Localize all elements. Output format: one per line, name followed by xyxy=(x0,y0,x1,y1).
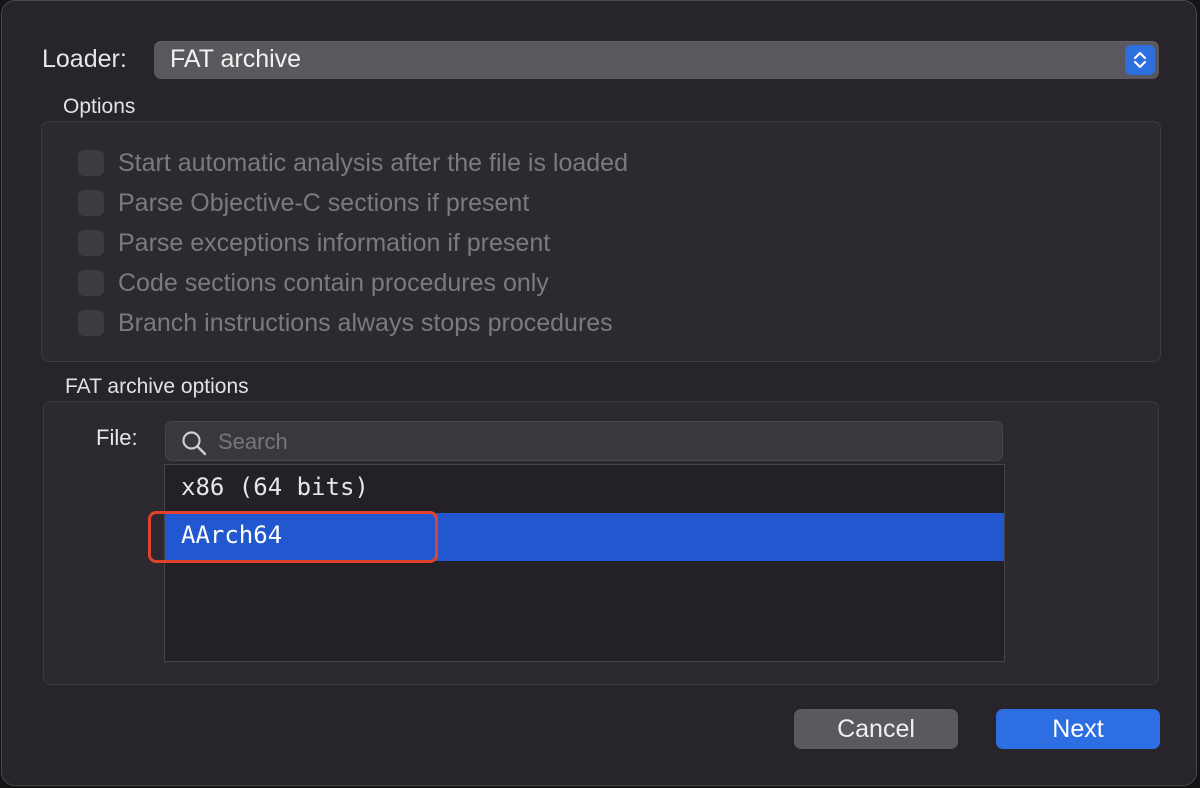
option-label: Code sections contain procedures only xyxy=(118,269,549,297)
search-icon xyxy=(182,431,207,456)
option-label: Start automatic analysis after the file … xyxy=(118,149,628,177)
file-list[interactable]: x86 (64 bits) AArch64 xyxy=(164,464,1005,662)
option-checkbox[interactable] xyxy=(78,190,104,216)
loader-label: Loader: xyxy=(42,45,127,73)
loader-select[interactable]: FAT archive xyxy=(154,41,1159,79)
option-label: Parse Objective-C sections if present xyxy=(118,189,530,217)
file-list-item-label: x86 (64 bits) xyxy=(181,473,369,501)
fat-options-title: FAT archive options xyxy=(65,375,249,398)
search-input[interactable] xyxy=(216,426,980,458)
cancel-button[interactable]: Cancel xyxy=(794,709,958,749)
option-label: Branch instructions always stops procedu… xyxy=(118,309,613,337)
option-checkbox[interactable] xyxy=(78,230,104,256)
options-title: Options xyxy=(63,95,136,118)
highlight-annotation xyxy=(148,511,438,563)
option-label: Parse exceptions information if present xyxy=(118,229,551,257)
loader-select-value: FAT archive xyxy=(170,45,302,73)
chevron-up-down-icon[interactable] xyxy=(1125,45,1155,75)
option-checkbox[interactable] xyxy=(78,270,104,296)
file-list-item-x86[interactable]: x86 (64 bits) xyxy=(165,465,1004,513)
option-checkbox[interactable] xyxy=(78,150,104,176)
option-checkbox[interactable] xyxy=(78,310,104,336)
next-button[interactable]: Next xyxy=(996,709,1160,749)
loader-dialog: Loader: FAT archive Options Start automa… xyxy=(1,0,1197,786)
search-field[interactable] xyxy=(165,421,1003,461)
file-label: File: xyxy=(96,425,138,450)
